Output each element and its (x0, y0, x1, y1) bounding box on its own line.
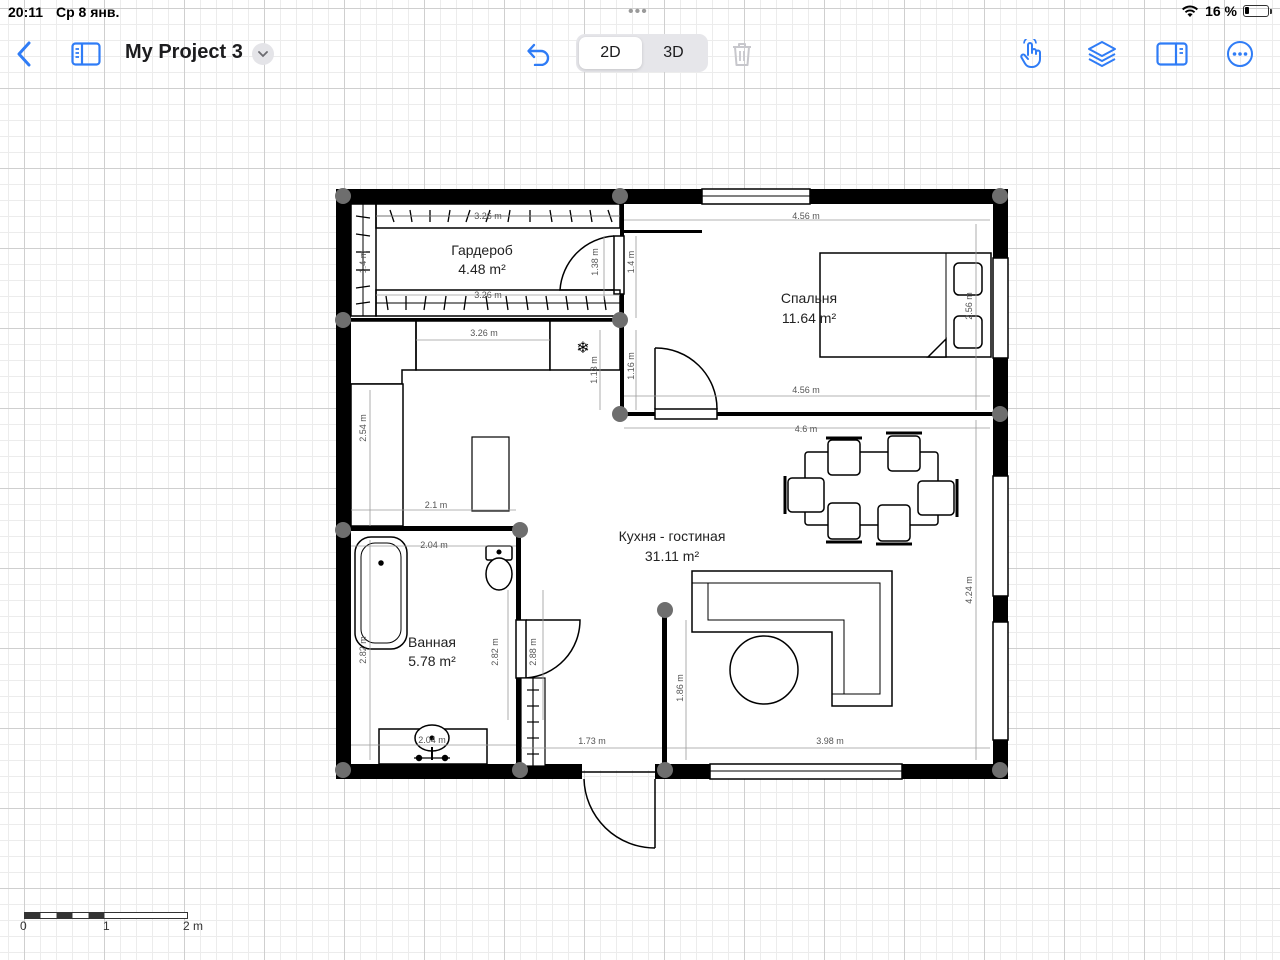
dim-label: 4.56 m (792, 385, 820, 395)
wall-handle (657, 602, 673, 618)
wall-handle (335, 522, 351, 538)
room-name-bedroom[interactable]: Спальня (781, 290, 837, 306)
floor-plan-canvas[interactable]: ❄ 3.26 m 3.26 m 4.56 m 4.56 m 4.6 m 3.26… (0, 0, 1280, 960)
scale-label: 2 m (183, 919, 204, 933)
dim-label: 1.86 m (675, 674, 685, 702)
entrance-door[interactable] (582, 771, 656, 849)
wall-handle (335, 188, 351, 204)
dim-label: 3.98 m (816, 736, 844, 746)
dim-label: 2.04 m (418, 735, 446, 745)
room-name-wardrobe[interactable]: Гардероб (451, 242, 513, 258)
fridge[interactable]: ❄ (549, 320, 621, 371)
dim-label: 2.88 m (528, 638, 538, 666)
wall-handle (992, 762, 1008, 778)
dining-chair[interactable] (826, 502, 862, 544)
room-area-wardrobe: 4.48 m² (458, 261, 506, 277)
wall-handle (512, 762, 528, 778)
wall-handle (612, 406, 628, 422)
dim-label: 1.38 m (590, 248, 600, 276)
coffee-table[interactable] (729, 635, 799, 705)
wall-handle (992, 406, 1008, 422)
dim-label: 2.82 m (358, 636, 368, 664)
right-windows[interactable] (992, 257, 1009, 741)
dining-chair[interactable] (783, 476, 825, 514)
bathroom-shelf[interactable] (520, 677, 546, 767)
pillow (953, 315, 983, 349)
room-area-bedroom: 11.64 m² (782, 310, 837, 326)
wall-handle (612, 312, 628, 328)
bathtub[interactable] (354, 536, 408, 650)
dim-label: 2.54 m (358, 414, 368, 442)
dim-label: 4.24 m (964, 576, 974, 604)
dim-label: 4.6 m (795, 424, 818, 434)
dim-label: 1.13 m (589, 356, 599, 384)
dining-chair[interactable] (826, 436, 862, 476)
wall-handle (992, 188, 1008, 204)
scale-label: 0 (20, 919, 27, 933)
wall-handle (512, 522, 528, 538)
dim-label: 4.56 m (792, 211, 820, 221)
hallway-cabinet[interactable] (350, 383, 404, 527)
scale-label: 1 (103, 919, 110, 933)
dim-label: 2.82 m (490, 638, 500, 666)
dim-label: 1.4 m (358, 251, 368, 274)
dim-label: 2.1 m (425, 500, 448, 510)
room-area-kitchen: 31.11 m² (645, 548, 700, 564)
toilet[interactable] (485, 545, 513, 591)
dim-label: 1.16 m (626, 352, 636, 380)
room-name-kitchen[interactable]: Кухня - гостиная (619, 528, 726, 544)
wall-handle (612, 188, 628, 204)
dining-chair[interactable] (886, 431, 922, 472)
dim-label: 1.4 m (626, 251, 636, 274)
dim-label: 2.04 m (420, 540, 448, 550)
snowflake-icon: ❄ (576, 340, 589, 357)
top-window[interactable] (701, 188, 811, 205)
room-area-bathroom: 5.78 m² (408, 653, 456, 669)
dim-label: 3.26 m (474, 290, 502, 300)
room-name-bathroom[interactable]: Ванная (408, 634, 456, 650)
dining-chair[interactable] (876, 504, 912, 546)
wall-handle (335, 312, 351, 328)
dim-label: 2.56 m (964, 292, 974, 320)
dim-label: 3.26 m (470, 328, 498, 338)
dim-label: 1.73 m (578, 736, 606, 746)
kitchen-island[interactable] (471, 436, 510, 512)
bottom-window[interactable] (709, 763, 903, 780)
wall-handle (657, 762, 673, 778)
dim-label: 3.26 m (474, 211, 502, 221)
pillow (953, 262, 983, 296)
wall-handle (335, 762, 351, 778)
dining-chair[interactable] (917, 479, 959, 517)
